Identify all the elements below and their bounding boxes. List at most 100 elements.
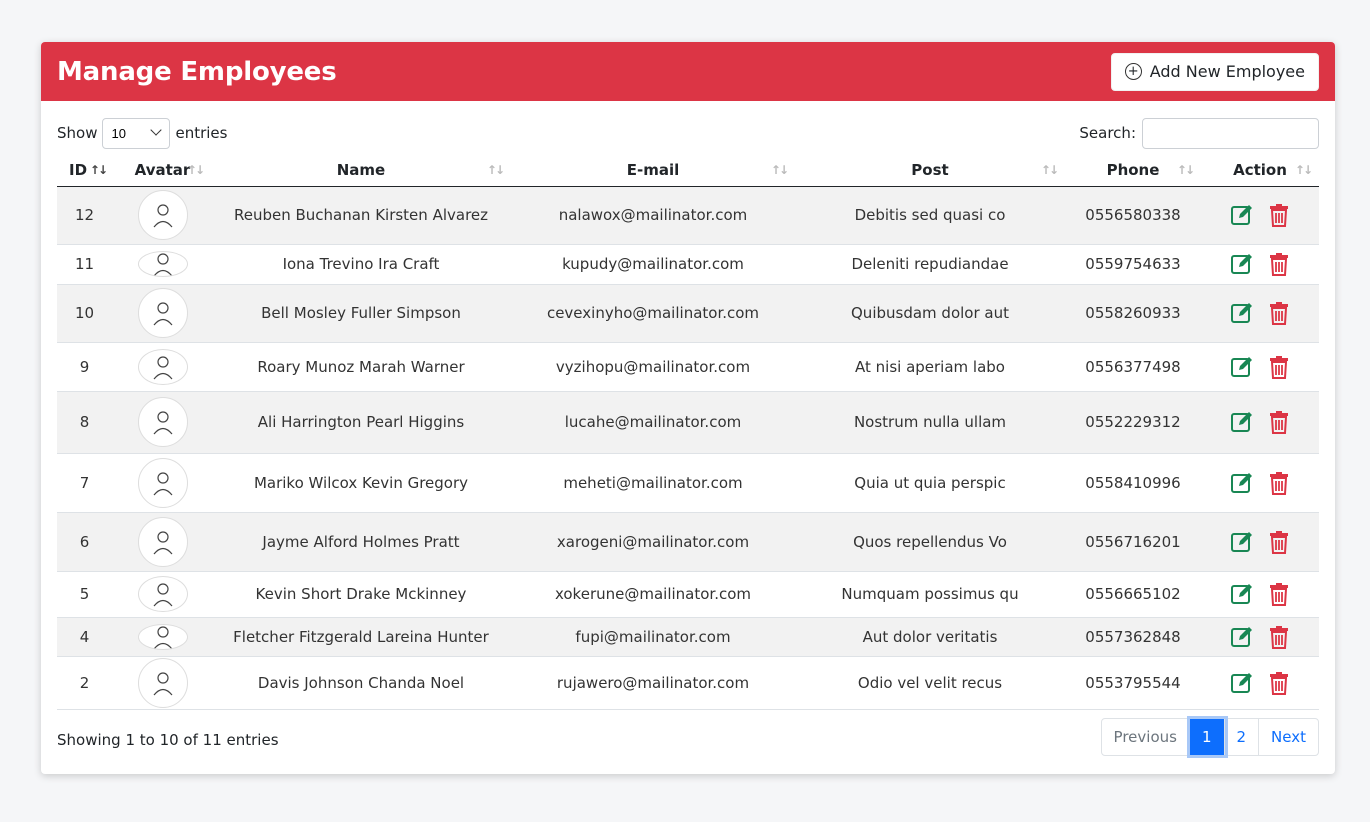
table-row: 10 Bell Mosley Fuller Simpson cevexinyho… <box>57 284 1319 343</box>
edit-icon[interactable] <box>1230 582 1254 606</box>
column-header-action[interactable]: Action ↑↓ <box>1201 155 1319 187</box>
sort-icon: ↑↓ <box>770 163 789 177</box>
cell-id: 7 <box>57 453 114 513</box>
delete-icon[interactable] <box>1268 355 1290 379</box>
edit-icon[interactable] <box>1230 671 1254 695</box>
previous-page-button[interactable]: Previous <box>1102 718 1190 755</box>
table-row: 7 Mariko Wilcox Kevin Gregory meheti@mai… <box>57 453 1319 513</box>
column-header-name[interactable]: Name ↑↓ <box>211 155 511 187</box>
avatar <box>137 657 188 708</box>
cell-id: 8 <box>57 391 114 454</box>
entries-length-select[interactable]: 10 <box>102 117 171 149</box>
add-employee-button[interactable]: + Add New Employee <box>1110 52 1319 91</box>
cell-phone: 0559754633 <box>1065 244 1201 285</box>
cell-name: Reuben Buchanan Kirsten Alvarez <box>211 186 511 245</box>
cell-phone: 0558260933 <box>1065 284 1201 343</box>
column-header-post[interactable]: Post ↑↓ <box>795 155 1065 187</box>
avatar <box>137 251 188 277</box>
sort-icon: ↑↓ <box>486 163 505 177</box>
cell-post: Numquam possimus qu <box>795 571 1065 618</box>
search-label: Search: <box>1079 124 1136 142</box>
cell-email: xarogeni@mailinator.com <box>511 512 795 572</box>
cell-email: kupudy@mailinator.com <box>511 244 795 285</box>
show-label: Show <box>57 124 98 142</box>
cell-phone: 0552229312 <box>1065 391 1201 454</box>
table-row: 4 Fletcher Fitzgerald Lareina Hunter fup… <box>57 617 1319 657</box>
delete-icon[interactable] <box>1268 252 1290 276</box>
search-control: Search: <box>1079 117 1319 149</box>
cell-post: Aut dolor veritatis <box>795 617 1065 657</box>
edit-icon[interactable] <box>1230 625 1254 649</box>
employees-card: Manage Employees + Add New Employee Show… <box>41 42 1335 774</box>
edit-icon[interactable] <box>1230 203 1254 227</box>
cell-phone: 0556716201 <box>1065 512 1201 572</box>
cell-name: Bell Mosley Fuller Simpson <box>211 284 511 343</box>
cell-name: Fletcher Fitzgerald Lareina Hunter <box>211 617 511 657</box>
cell-name: Ali Harrington Pearl Higgins <box>211 391 511 454</box>
edit-icon[interactable] <box>1230 530 1254 554</box>
cell-name: Mariko Wilcox Kevin Gregory <box>211 453 511 513</box>
edit-icon[interactable] <box>1230 355 1254 379</box>
edit-icon[interactable] <box>1230 301 1254 325</box>
edit-icon[interactable] <box>1230 252 1254 276</box>
next-page-button[interactable]: Next <box>1259 719 1318 755</box>
pagination: Previous 1 2 Next <box>1100 717 1319 756</box>
table-info: Showing 1 to 10 of 11 entries <box>57 730 279 749</box>
table-row: 9 Roary Munoz Marah Warner vyzihopu@mail… <box>57 342 1319 392</box>
delete-icon[interactable] <box>1268 301 1290 325</box>
delete-icon[interactable] <box>1268 203 1290 227</box>
cell-post: Odio vel velit recus <box>795 656 1065 710</box>
sort-icon: ↑↓ <box>1040 163 1059 177</box>
cell-email: cevexinyho@mailinator.com <box>511 284 795 343</box>
avatar <box>137 348 188 385</box>
delete-icon[interactable] <box>1268 530 1290 554</box>
plus-circle-icon: + <box>1124 63 1142 80</box>
delete-icon[interactable] <box>1268 471 1290 495</box>
entries-length-control: Show 10 entries <box>57 117 228 149</box>
card-header: Manage Employees + Add New Employee <box>41 42 1335 101</box>
cell-email: xokerune@mailinator.com <box>511 571 795 618</box>
table-row: 6 Jayme Alford Holmes Pratt xarogeni@mai… <box>57 512 1319 572</box>
cell-id: 2 <box>57 656 114 710</box>
sort-desc-icon: ↑↓ <box>89 163 108 177</box>
delete-icon[interactable] <box>1268 625 1290 649</box>
edit-icon[interactable] <box>1230 471 1254 495</box>
cell-id: 5 <box>57 571 114 618</box>
entries-label: entries <box>175 124 228 142</box>
cell-name: Jayme Alford Holmes Pratt <box>211 512 511 572</box>
edit-icon[interactable] <box>1230 410 1254 434</box>
sort-icon: ↑↓ <box>1294 163 1313 177</box>
column-header-id[interactable]: ID ↑↓ <box>57 155 114 187</box>
cell-post: Quos repellendus Vo <box>795 512 1065 572</box>
cell-id: 10 <box>57 284 114 343</box>
cell-name: Kevin Short Drake Mckinney <box>211 571 511 618</box>
column-header-avatar[interactable]: Avatar ↑↓ <box>114 155 211 187</box>
cell-post: Quia ut quia perspic <box>795 453 1065 513</box>
cell-id: 6 <box>57 512 114 572</box>
table-row: 2 Davis Johnson Chanda Noel rujawero@mai… <box>57 656 1319 710</box>
search-input[interactable] <box>1142 117 1319 149</box>
cell-name: Davis Johnson Chanda Noel <box>211 656 511 710</box>
page-1-button[interactable]: 1 <box>1189 718 1225 755</box>
cell-phone: 0556580338 <box>1065 186 1201 245</box>
cell-post: Debitis sed quasi co <box>795 186 1065 245</box>
cell-email: vyzihopu@mailinator.com <box>511 342 795 392</box>
sort-icon: ↑↓ <box>186 163 205 177</box>
table-row: 12 Reuben Buchanan Kirsten Alvarez nalaw… <box>57 186 1319 245</box>
delete-icon[interactable] <box>1268 410 1290 434</box>
cell-email: fupi@mailinator.com <box>511 617 795 657</box>
cell-post: At nisi aperiam labo <box>795 342 1065 392</box>
cell-post: Nostrum nulla ullam <box>795 391 1065 454</box>
page-2-button[interactable]: 2 <box>1225 718 1260 755</box>
column-header-phone[interactable]: Phone ↑↓ <box>1065 155 1201 187</box>
column-header-email[interactable]: E-mail ↑↓ <box>511 155 795 187</box>
cell-post: Deleniti repudiandae <box>795 244 1065 285</box>
cell-phone: 0556377498 <box>1065 342 1201 392</box>
delete-icon[interactable] <box>1268 582 1290 606</box>
cell-id: 12 <box>57 186 114 245</box>
cell-phone: 0557362848 <box>1065 617 1201 657</box>
delete-icon[interactable] <box>1268 671 1290 695</box>
table-row: 8 Ali Harrington Pearl Higgins lucahe@ma… <box>57 391 1319 454</box>
table-row: 11 Iona Trevino Ira Craft kupudy@mailina… <box>57 244 1319 285</box>
add-employee-label: Add New Employee <box>1149 62 1305 81</box>
